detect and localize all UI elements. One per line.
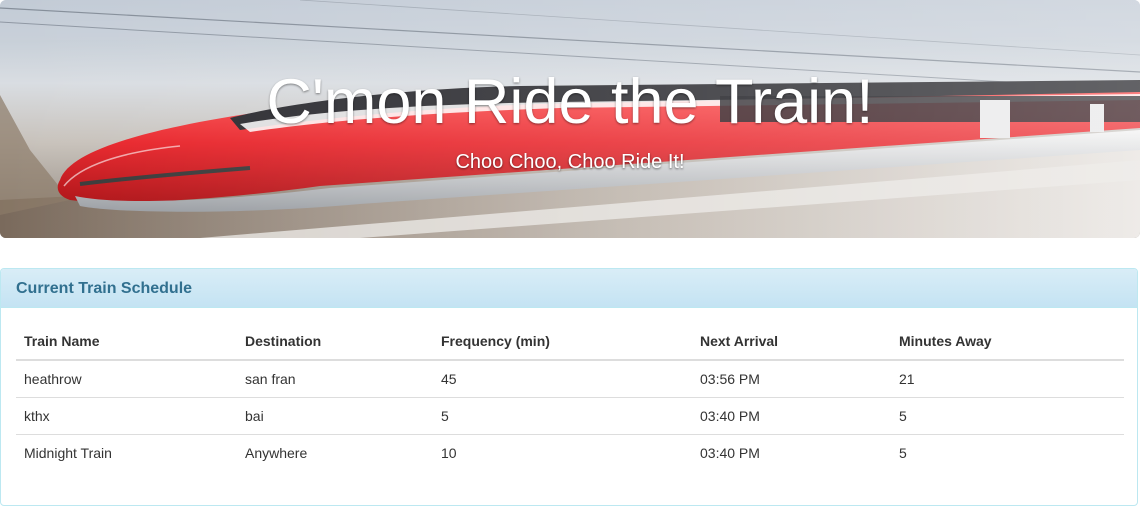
cell-destination: Anywhere (237, 434, 433, 471)
hero-banner: C'mon Ride the Train! Choo Choo, Choo Ri… (0, 0, 1140, 238)
cell-destination: bai (237, 397, 433, 435)
panel-heading: Current Train Schedule (1, 269, 1137, 308)
cell-minutes-away: 5 (891, 434, 1124, 471)
page-title: C'mon Ride the Train! (266, 67, 874, 137)
schedule-table: Train Name Destination Frequency (min) N… (16, 323, 1124, 471)
cell-minutes-away: 5 (891, 397, 1124, 435)
cell-frequency: 45 (441, 371, 457, 387)
table-row: Midnight Train Anywhere 10 03:40 PM 5 (16, 434, 1124, 471)
cell-next-arrival: 03:40 PM (692, 434, 891, 471)
schedule-panel: Current Train Schedule Train Name Destin… (0, 268, 1138, 506)
header-next-arrival: Next Arrival (692, 323, 891, 361)
header-frequency: Frequency (min) (433, 323, 692, 361)
cell-frequency: 5 (433, 397, 692, 435)
table-row: heathrow san fran 45 03:56 PM 21 (16, 360, 1124, 398)
cell-train-name: Midnight Train (16, 434, 237, 471)
cell-train-name: kthx (16, 397, 237, 435)
header-train-name: Train Name (16, 323, 237, 361)
panel-body: Train Name Destination Frequency (min) N… (1, 308, 1137, 486)
page-subtitle: Choo Choo, Choo Ride It! (455, 151, 685, 173)
cell-minutes-away: 21 (899, 371, 915, 387)
cell-frequency: 10 (433, 434, 692, 471)
cell-train-name: heathrow (24, 371, 82, 387)
cell-next-arrival: 03:56 PM (700, 371, 760, 387)
table-row: kthx bai 5 03:40 PM 5 (16, 397, 1124, 435)
header-minutes-away: Minutes Away (891, 323, 1124, 361)
cell-next-arrival: 03:40 PM (692, 397, 891, 435)
cell-destination: san fran (245, 371, 296, 387)
header-destination: Destination (237, 323, 433, 361)
table-header-row: Train Name Destination Frequency (min) N… (16, 323, 1124, 361)
